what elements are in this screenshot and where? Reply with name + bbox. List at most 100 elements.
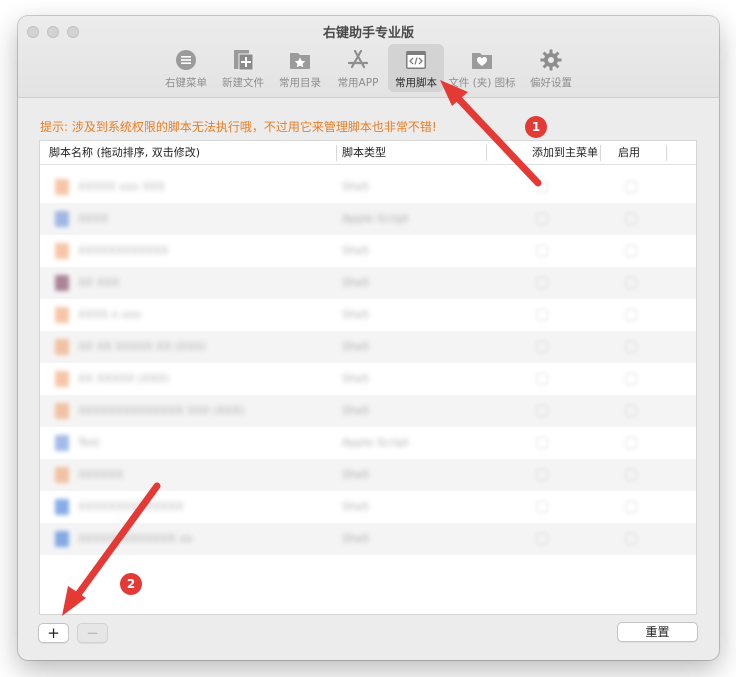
script-type-cell: Shell xyxy=(342,404,369,417)
add-to-menu-checkbox[interactable] xyxy=(536,437,548,449)
enabled-checkbox[interactable] xyxy=(625,405,637,417)
add-script-button[interactable]: + xyxy=(38,623,69,643)
annotation-badge-2: 2 xyxy=(120,573,142,595)
script-type-cell: Shell xyxy=(342,468,369,481)
column-header-type[interactable]: 脚本类型 xyxy=(342,141,482,165)
toolbar-label: 新建文件 xyxy=(222,77,264,89)
script-name-cell[interactable]: XXXXXXXXXXXXXX xyxy=(78,491,184,523)
script-name-cell[interactable]: XXXXXX xyxy=(78,459,123,491)
script-name-cell[interactable]: XX XXXXX (XXX) xyxy=(78,363,169,395)
toolbar-item-preferences[interactable]: 偏好设置 xyxy=(520,44,582,92)
script-name-cell[interactable]: XXXXXXXXXXXXX xx xyxy=(78,523,192,555)
add-to-menu-checkbox[interactable] xyxy=(536,181,548,193)
add-to-menu-checkbox[interactable] xyxy=(536,501,548,513)
window-title: 右键助手专业版 xyxy=(322,26,414,41)
app-window: 右键助手专业版 右键菜单 新建文件 常用目录 常用APP 常用脚本 文件 (夹)… xyxy=(18,16,719,660)
toolbar-item-common-app[interactable]: 常用APP xyxy=(329,44,387,92)
add-to-menu-checkbox[interactable] xyxy=(536,533,548,545)
remove-script-button[interactable]: − xyxy=(77,623,108,643)
add-to-menu-checkbox[interactable] xyxy=(536,373,548,385)
enabled-checkbox[interactable] xyxy=(625,341,637,353)
enabled-checkbox[interactable] xyxy=(625,277,637,289)
toolbar-label: 右键菜单 xyxy=(165,77,207,89)
gear-icon xyxy=(540,49,562,71)
add-to-menu-checkbox[interactable] xyxy=(536,309,548,321)
add-to-menu-checkbox[interactable] xyxy=(536,213,548,225)
script-file-icon xyxy=(55,243,69,259)
new-file-icon xyxy=(234,50,254,71)
folder-star-icon xyxy=(290,53,310,69)
script-name-cell[interactable]: XX XX XXXXX XX (XXX) xyxy=(78,331,206,363)
add-to-menu-checkbox[interactable] xyxy=(536,341,548,353)
script-name-cell[interactable]: XX XXX xyxy=(78,267,119,299)
toolbar-label: 常用APP xyxy=(337,77,379,89)
toolbar-item-common-dirs[interactable]: 常用目录 xyxy=(272,44,328,92)
table-row[interactable]: XX XX XXXXX XX (XXX) Shell xyxy=(40,331,696,363)
enabled-checkbox[interactable] xyxy=(625,469,637,481)
table-header: 脚本名称 (拖动排序, 双击修改) 脚本类型 添加到主菜单 启用 xyxy=(40,141,696,165)
enabled-checkbox[interactable] xyxy=(625,245,637,257)
table-row[interactable]: XXXX Apple Script xyxy=(40,203,696,235)
hint-text: 提示: 涉及到系统权限的脚本无法执行哦，不过用它来管理脚本也非常不错! xyxy=(40,120,437,134)
table-row[interactable]: XXXX x xxx Shell xyxy=(40,299,696,331)
enabled-checkbox[interactable] xyxy=(625,501,637,513)
table-row[interactable]: XX XXX Shell xyxy=(40,267,696,299)
toolbar-item-context-menu[interactable]: 右键菜单 xyxy=(157,44,215,92)
column-divider[interactable] xyxy=(336,145,337,161)
script-type-cell: Shell xyxy=(342,532,369,545)
menu-list-icon xyxy=(176,50,196,70)
table-row[interactable]: XXXXXXXXXXXX Shell xyxy=(40,235,696,267)
app-store-icon xyxy=(347,49,369,69)
table-row[interactable]: XXXXX xxx XXX Shell xyxy=(40,171,696,203)
script-name-cell[interactable]: XXXXXXXXXXXXXX XXX (XXX) xyxy=(78,395,244,427)
annotation-badge-1: 1 xyxy=(525,116,547,138)
script-name-cell[interactable]: Test xyxy=(78,427,100,459)
add-to-menu-checkbox[interactable] xyxy=(536,405,548,417)
add-to-menu-checkbox[interactable] xyxy=(536,277,548,289)
reset-button[interactable]: 重置 xyxy=(617,622,698,642)
script-name-cell[interactable]: XXXX x xxx xyxy=(78,299,141,331)
script-file-icon xyxy=(55,275,69,291)
script-name-cell[interactable]: XXXX xyxy=(78,203,108,235)
script-type-cell: Apple Script xyxy=(342,212,409,225)
enabled-checkbox[interactable] xyxy=(625,437,637,449)
script-type-cell: Shell xyxy=(342,276,369,289)
add-to-menu-checkbox[interactable] xyxy=(536,245,548,257)
table-row[interactable]: XXXXXXXXXXXXXX XXX (XXX) Shell xyxy=(40,395,696,427)
enabled-checkbox[interactable] xyxy=(625,309,637,321)
script-type-cell: Shell xyxy=(342,372,369,385)
column-divider[interactable] xyxy=(666,145,667,161)
script-file-icon xyxy=(55,403,69,419)
scripts-table[interactable]: 脚本名称 (拖动排序, 双击修改) 脚本类型 添加到主菜单 启用 XXXXX x… xyxy=(39,140,697,615)
column-divider[interactable] xyxy=(600,145,601,161)
script-name-cell[interactable]: XXXXXXXXXXXX xyxy=(78,235,168,267)
script-type-cell: Shell xyxy=(342,500,369,513)
folder-heart-icon xyxy=(472,53,492,69)
add-to-menu-checkbox[interactable] xyxy=(536,469,548,481)
enabled-checkbox[interactable] xyxy=(625,533,637,545)
script-type-cell: Shell xyxy=(342,244,369,257)
enabled-checkbox[interactable] xyxy=(625,181,637,193)
script-type-cell: Shell xyxy=(342,340,369,353)
column-header-add-to-menu[interactable]: 添加到主菜单 xyxy=(504,141,598,165)
column-header-enabled[interactable]: 启用 xyxy=(618,141,658,165)
table-row[interactable]: XXXXXX Shell xyxy=(40,459,696,491)
script-name-cell[interactable]: XXXXX xxx XXX xyxy=(78,171,165,203)
toolbar-item-file-folder-icon[interactable]: 文件 (夹) 图标 xyxy=(446,44,518,92)
script-file-icon xyxy=(55,531,69,547)
toolbar-label: 常用脚本 xyxy=(395,77,437,89)
toolbar-item-new-file[interactable]: 新建文件 xyxy=(215,44,271,92)
enabled-checkbox[interactable] xyxy=(625,373,637,385)
column-header-name[interactable]: 脚本名称 (拖动排序, 双击修改) xyxy=(49,141,331,165)
table-row[interactable]: Test Apple Script xyxy=(40,427,696,459)
enabled-checkbox[interactable] xyxy=(625,213,637,225)
title-bar: 右键助手专业版 右键菜单 新建文件 常用目录 常用APP 常用脚本 文件 (夹)… xyxy=(18,16,719,98)
script-type-cell: Shell xyxy=(342,308,369,321)
toolbar-item-common-scripts[interactable]: 常用脚本 xyxy=(388,44,444,92)
table-row[interactable]: XXXXXXXXXXXXX xx Shell xyxy=(40,523,696,555)
toolbar-label: 偏好设置 xyxy=(530,77,572,89)
column-divider[interactable] xyxy=(486,145,487,161)
table-row[interactable]: XXXXXXXXXXXXXX Shell xyxy=(40,491,696,523)
script-file-icon xyxy=(55,339,69,355)
table-row[interactable]: XX XXXXX (XXX) Shell xyxy=(40,363,696,395)
